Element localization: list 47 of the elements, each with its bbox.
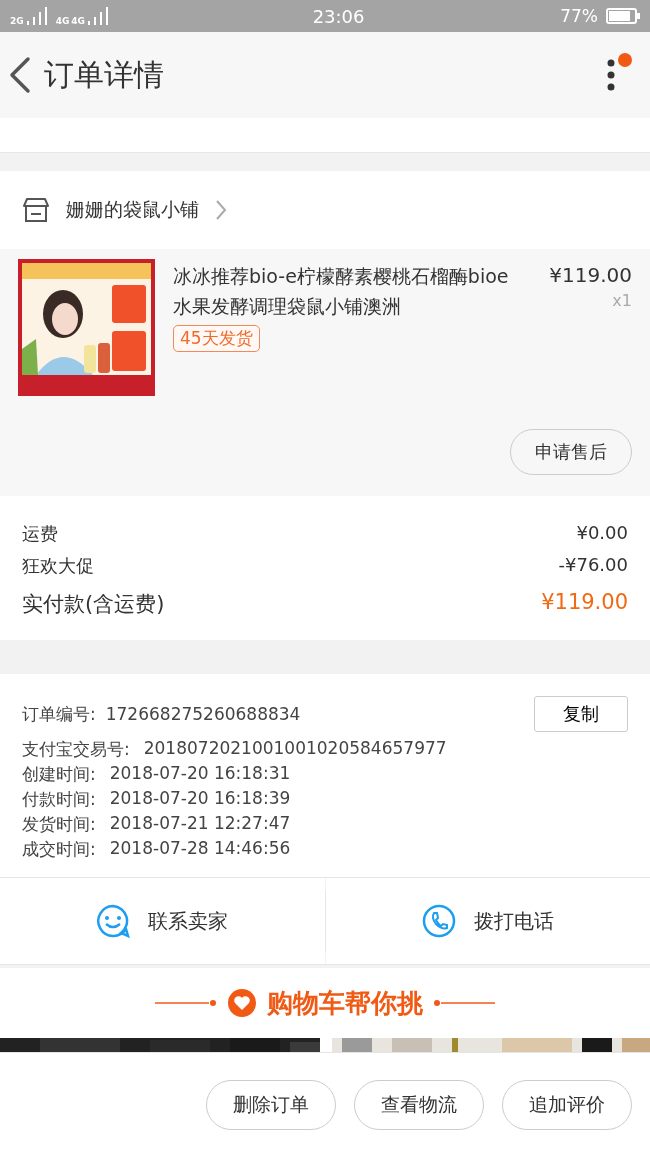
call-button[interactable]: 拨打电话 — [325, 878, 650, 964]
more-menu-icon[interactable] — [607, 59, 615, 91]
product-quantity: x1 — [611, 291, 632, 310]
fee-label: 运费 — [22, 522, 58, 546]
divider-line-icon — [155, 999, 217, 1007]
signal-icon — [86, 6, 109, 26]
battery-icon — [606, 8, 640, 24]
order-action-button[interactable]: 追加评价 — [502, 1079, 632, 1130]
info-label: 支付宝交易号: — [22, 738, 130, 761]
signal-icon — [25, 6, 48, 26]
total-label: 实付款(含运费) — [22, 591, 165, 618]
back-icon[interactable] — [8, 56, 32, 94]
phone-icon — [421, 904, 456, 938]
product-title[interactable]: 冰冰推荐bio-e柠檬酵素樱桃石榴酶bioe水果发酵调理袋鼠小铺澳洲 — [173, 261, 513, 321]
info-label: 发货时间: — [22, 813, 96, 836]
info-value: 2018-07-28 14:46:56 — [109, 838, 291, 860]
shop-icon — [22, 197, 50, 223]
order-action-button[interactable]: 查看物流 — [354, 1079, 484, 1130]
fee-label: 狂欢大促 — [22, 554, 94, 578]
copy-button[interactable]: 复制 — [534, 696, 628, 732]
network-label: 4G — [71, 16, 85, 26]
info-value: 2018072021001001020584657977 — [143, 738, 447, 760]
clock-time: 23:06 — [311, 5, 366, 27]
network-label: 4G — [55, 16, 70, 26]
order-action-button[interactable]: 删除订单 — [206, 1079, 336, 1130]
page-title: 订单详情 — [44, 55, 165, 94]
product-price: ¥119.00 — [548, 263, 632, 287]
battery-percent: 77% — [560, 6, 598, 26]
shop-name[interactable]: 姗姗的袋鼠小铺 — [66, 197, 199, 223]
shipping-tag: 45天发货 — [173, 325, 260, 352]
info-label: 付款时间: — [22, 788, 96, 811]
info-label: 成交时间: — [22, 838, 96, 861]
info-label: 创建时间: — [22, 763, 96, 786]
total-amount: ¥119.00 — [541, 590, 628, 616]
info-value: 2018-07-20 16:18:39 — [109, 788, 291, 810]
after-sales-button[interactable]: 申请售后 — [510, 429, 632, 475]
divider-line-icon — [433, 999, 495, 1007]
chat-icon — [96, 904, 131, 938]
info-value: 2018-07-21 12:27:47 — [109, 813, 291, 835]
order-number: 172668275260688834 — [105, 704, 302, 724]
recommend-title: 购物车帮你挑 — [267, 986, 423, 1020]
network-label: 2G — [10, 16, 24, 26]
contact-seller-button[interactable]: 联系卖家 — [0, 878, 325, 964]
info-value: 2018-07-20 16:18:31 — [109, 763, 291, 785]
fee-amount: -¥76.00 — [558, 554, 628, 577]
fee-amount: ¥0.00 — [576, 522, 628, 545]
order-number-label: 订单编号: — [22, 702, 96, 726]
